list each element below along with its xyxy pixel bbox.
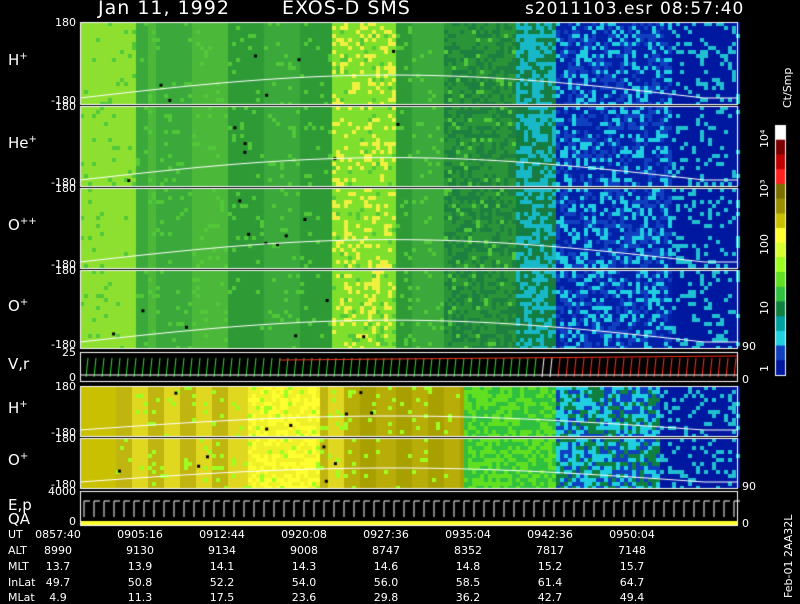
cell-inlat-4: 56.0	[373, 576, 399, 589]
cell-mlat-5: 36.2	[455, 591, 481, 604]
colorbar-label-2: 100	[758, 234, 771, 255]
cell-inlat-5: 58.5	[455, 576, 481, 589]
colorbar-unit: Ct/Smp	[781, 67, 794, 108]
instrument-title: EXOS-D SMS	[282, 0, 411, 19]
panel-label-4: V,r	[8, 354, 30, 373]
right-tick-4: 0	[742, 373, 749, 386]
cell-alt-7: 7148	[618, 544, 646, 557]
cell-mlt-7: 15.7	[619, 560, 645, 573]
cell-alt-1: 9130	[126, 544, 154, 557]
colorbar-label-0: 10⁴	[758, 129, 771, 148]
footer-note: Feb-01 2AA32L	[782, 514, 795, 598]
cell-ut-3: 0920:08	[281, 528, 327, 541]
cell-inlat-0: 49.7	[45, 576, 71, 589]
cell-alt-2: 9134	[208, 544, 236, 557]
ytick-max-3: 180	[55, 264, 76, 277]
cell-mlat-4: 29.8	[373, 591, 399, 604]
cell-alt-6: 7817	[536, 544, 564, 557]
cell-ut-2: 0912:44	[199, 528, 245, 541]
cell-alt-4: 8747	[372, 544, 400, 557]
cell-mlt-2: 14.1	[209, 560, 235, 573]
ytick-max-1: 180	[55, 100, 76, 113]
cell-inlat-7: 64.7	[619, 576, 645, 589]
right-tick-3: 90	[742, 340, 756, 353]
cell-alt-3: 9008	[290, 544, 318, 557]
cell-alt-0: 8990	[44, 544, 72, 557]
ytick-max-5: 180	[55, 380, 76, 393]
ytick-max-0: 180	[55, 16, 76, 29]
cell-mlat-1: 11.3	[127, 591, 153, 604]
colorbar-label-4: 1	[758, 365, 771, 372]
cell-mlt-5: 14.8	[455, 560, 481, 573]
panel-label-6: O+	[8, 451, 29, 469]
cell-ut-1: 0905:16	[117, 528, 163, 541]
date-title: Jan 11, 1992	[98, 0, 230, 19]
panel-label-5: H+	[8, 399, 28, 417]
ytick-max-6: 180	[55, 432, 76, 445]
cell-inlat-6: 61.4	[537, 576, 563, 589]
colorbar-label-1: 10³	[758, 179, 771, 198]
cell-mlat-6: 42.7	[537, 591, 563, 604]
row-label-ut: UT	[8, 528, 23, 541]
cell-mlt-4: 14.6	[373, 560, 399, 573]
row-label-alt: ALT	[8, 544, 27, 557]
cell-ut-7: 0950:04	[609, 528, 655, 541]
cell-ut-0: 0857:40	[35, 528, 81, 541]
cell-mlat-0: 4.9	[49, 591, 67, 604]
colorbar-label-3: 10	[758, 301, 771, 315]
cell-mlt-1: 13.9	[127, 560, 153, 573]
ytick-max-7: 4000	[48, 485, 76, 498]
ytick-max-2: 180	[55, 182, 76, 195]
right-tick-7: 0	[742, 517, 749, 530]
ytick-max-4: 25	[62, 346, 76, 359]
right-tick-6: 90	[742, 480, 756, 493]
cell-mlat-7: 49.4	[619, 591, 645, 604]
cell-ut-6: 0942:36	[527, 528, 573, 541]
cell-mlt-0: 13.7	[45, 560, 71, 573]
cell-mlt-3: 14.3	[291, 560, 317, 573]
spectrogram-canvas	[0, 0, 800, 600]
cell-inlat-1: 50.8	[127, 576, 153, 589]
cell-inlat-2: 52.2	[209, 576, 235, 589]
cell-mlat-3: 23.6	[291, 591, 317, 604]
cell-mlt-6: 15.2	[537, 560, 563, 573]
panel-label-2: O++	[8, 216, 37, 234]
cell-alt-5: 8352	[454, 544, 482, 557]
header-time: 08:57:40	[660, 0, 745, 19]
file-name: s2011103.esr	[525, 0, 654, 19]
ytick-min-7: 0	[69, 515, 76, 528]
panel-label-1: He+	[8, 134, 37, 152]
panel-sublabel-7: QA	[8, 510, 31, 528]
cell-inlat-3: 54.0	[291, 576, 317, 589]
cell-ut-5: 0935:04	[445, 528, 491, 541]
cell-mlat-2: 17.5	[209, 591, 235, 604]
row-label-mlt: MLT	[8, 560, 29, 573]
cell-ut-4: 0927:36	[363, 528, 409, 541]
panel-label-3: O+	[8, 297, 29, 315]
panel-label-0: H+	[8, 51, 28, 69]
